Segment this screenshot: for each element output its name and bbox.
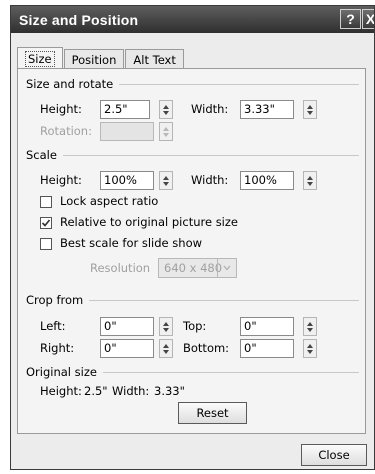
rotation-label: Rotation: <box>40 124 92 138</box>
crop-group-label: Crop from <box>26 293 84 307</box>
group-divider <box>62 154 359 156</box>
original-size-group-label: Original size <box>26 365 97 379</box>
group-divider <box>102 371 359 373</box>
crop-left-input[interactable]: 0" <box>100 317 154 336</box>
crop-right-label: Right: <box>40 341 75 355</box>
spin-down-icon <box>163 110 169 115</box>
close-icon: X <box>365 11 375 27</box>
spin-down-icon <box>163 132 169 137</box>
crop-bottom-spinner[interactable] <box>303 339 317 358</box>
help-button[interactable]: ? <box>340 9 361 29</box>
crop-right-input[interactable]: 0" <box>100 339 154 358</box>
best-scale-label[interactable]: Best scale for slide show <box>60 236 202 250</box>
crop-top-input[interactable]: 0" <box>240 317 294 336</box>
scale-height-input[interactable]: 100% <box>100 171 154 190</box>
relative-size-checkbox[interactable] <box>40 217 52 229</box>
size-height-label-text: Height: <box>40 102 82 116</box>
scale-group-label: Scale <box>26 148 57 162</box>
title-close-button[interactable]: X <box>362 9 375 29</box>
rotation-input[interactable] <box>100 122 154 141</box>
tab-size-label: Size <box>25 51 55 67</box>
scale-height-label: Height: <box>40 173 82 187</box>
size-width-label: Width: <box>191 102 229 116</box>
scale-group-header: Scale <box>26 148 359 162</box>
crop-left-label: Left: <box>40 319 66 333</box>
help-icon: ? <box>346 11 355 27</box>
size-height-label: Height: <box>40 102 82 116</box>
scale-width-label: Width: <box>191 173 229 187</box>
group-divider <box>119 83 359 85</box>
spin-up-icon <box>307 343 313 348</box>
size-width-spinner[interactable] <box>303 100 317 119</box>
original-size-group-header: Original size <box>26 365 359 379</box>
best-scale-checkbox[interactable] <box>40 238 52 250</box>
tab-alt-text[interactable]: Alt Text <box>125 49 184 69</box>
spin-up-icon <box>307 104 313 109</box>
spin-down-icon <box>307 349 313 354</box>
lock-aspect-checkbox[interactable] <box>40 196 52 208</box>
size-height-input[interactable]: 2.5" <box>100 100 150 119</box>
spin-down-icon <box>163 349 169 354</box>
crop-bottom-label: Bottom: <box>183 341 230 355</box>
crop-left-spinner[interactable] <box>159 317 173 336</box>
lock-aspect-label[interactable]: Lock aspect ratio <box>60 194 158 208</box>
chevron-down-icon <box>217 259 236 277</box>
spin-up-icon <box>163 343 169 348</box>
tab-bar: Size Position Alt Text <box>17 47 185 69</box>
tab-position[interactable]: Position <box>63 49 125 69</box>
size-height-spinner[interactable] <box>159 100 173 119</box>
original-width-value: 3.33" <box>154 384 185 398</box>
spin-up-icon <box>307 175 313 180</box>
size-rotate-group-label: Size and rotate <box>26 77 114 91</box>
crop-group-header: Crop from <box>26 293 359 307</box>
reset-button[interactable]: Reset <box>178 402 247 424</box>
size-tab-panel: Size and rotate Height: 2.5" Width: 3.33… <box>17 68 366 434</box>
group-divider <box>89 299 359 301</box>
spin-down-icon <box>307 327 313 332</box>
spin-up-icon <box>307 321 313 326</box>
tab-size[interactable]: Size <box>17 47 63 69</box>
size-and-position-dialog: Size and Position ? X Size Position Alt … <box>10 5 375 470</box>
resolution-select[interactable]: 640 x 480 <box>158 258 237 278</box>
spin-up-icon <box>163 104 169 109</box>
resolution-value: 640 x 480 <box>164 261 223 275</box>
scale-height-spinner[interactable] <box>159 171 173 190</box>
checkmark-icon <box>41 219 51 227</box>
relative-size-label[interactable]: Relative to original picture size <box>60 215 238 229</box>
crop-right-spinner[interactable] <box>159 339 173 358</box>
size-rotate-group-header: Size and rotate <box>26 77 359 91</box>
crop-top-label: Top: <box>183 319 207 333</box>
spin-down-icon <box>163 181 169 186</box>
crop-bottom-input[interactable]: 0" <box>240 339 294 358</box>
dialog-title: Size and Position <box>19 11 139 28</box>
resolution-label: Resolution <box>90 261 151 275</box>
spin-down-icon <box>163 327 169 332</box>
scale-width-spinner[interactable] <box>303 171 317 190</box>
title-bar[interactable]: Size and Position ? X <box>11 6 374 33</box>
original-height-label: Height: <box>40 384 82 398</box>
spin-down-icon <box>307 110 313 115</box>
spin-up-icon <box>163 126 169 131</box>
size-width-input[interactable]: 3.33" <box>240 100 294 119</box>
original-width-label: Width: <box>112 384 150 398</box>
rotation-spinner[interactable] <box>159 122 173 141</box>
crop-top-spinner[interactable] <box>303 317 317 336</box>
scale-width-input[interactable]: 100% <box>240 171 294 190</box>
close-button[interactable]: Close <box>301 444 367 466</box>
original-height-value: 2.5" <box>84 384 108 398</box>
spin-up-icon <box>163 321 169 326</box>
spin-up-icon <box>163 175 169 180</box>
spin-down-icon <box>307 181 313 186</box>
